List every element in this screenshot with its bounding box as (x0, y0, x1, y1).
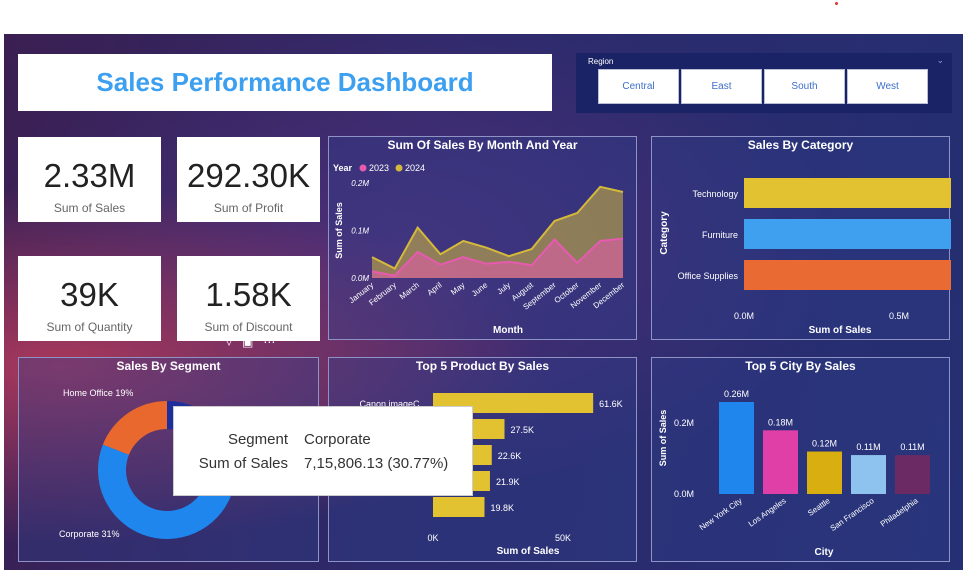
x-tick-label: March (398, 280, 421, 301)
category-bar (744, 178, 951, 208)
city-data-label: 0.26M (724, 389, 749, 399)
region-option-south[interactable]: South (764, 69, 845, 104)
category-label: Office Supplies (678, 271, 739, 281)
page-title: Sales Performance Dashboard (96, 67, 474, 97)
kpi-value: 39K (60, 276, 119, 313)
city-chart: 0.26M New York City 0.18M Los Angeles 0.12M S… (658, 389, 930, 558)
dashboard-canvas: Sales Performance Dashboard Region ⌄ Cen… (4, 34, 963, 570)
x-tick-label: July (495, 280, 512, 296)
tooltip-segment-label: Segment (227, 431, 288, 448)
tooltip-sales-label: Sum of Sales (198, 455, 288, 472)
x-tick-label: May (449, 280, 466, 296)
y-axis-label: Category (659, 211, 670, 255)
title-box: Sales Performance Dashboard (18, 54, 552, 111)
city-label: New York City (698, 496, 744, 532)
city-data-label: 0.12M (812, 439, 837, 449)
legend-label-2024: 2024 (405, 163, 425, 173)
legend-label-2023: 2023 (369, 163, 389, 173)
category-label: Technology (692, 189, 738, 199)
kpi-label: Sum of Quantity (46, 320, 133, 334)
corner-dot (835, 2, 838, 5)
x-tick-label: 50K (555, 533, 571, 543)
category-bar (744, 219, 951, 249)
city-data-label: 0.18M (768, 417, 793, 427)
region-option-east[interactable]: East (681, 69, 762, 104)
city-label: Seattle (806, 496, 832, 518)
region-slicer-label: Region (588, 57, 614, 66)
kpi-card-sales[interactable]: 2.33M Sum of Sales (18, 137, 161, 222)
x-axis-label: Sum of Sales (809, 325, 872, 336)
region-option-west[interactable]: West (847, 69, 928, 104)
product-data-label: 21.9K (496, 477, 520, 487)
chevron-down-icon[interactable]: ⌄ (936, 55, 944, 66)
kpi-value: 2.33M (43, 157, 136, 194)
kpi-label: Sum of Profit (213, 201, 284, 215)
city-bar (763, 430, 798, 494)
x-tick-label: 0K (427, 533, 438, 543)
x-tick-label: 0.5M (889, 311, 909, 321)
city-panel[interactable]: Top 5 City By Sales 0.26M New York City 0.… (651, 357, 950, 562)
kpi-card-quantity[interactable]: 39K Sum of Quantity (18, 256, 161, 341)
more-options-icon[interactable]: ⋯ (263, 335, 275, 349)
y-tick-label: 0.0M (674, 489, 694, 499)
segment-label: Corporate 31% (59, 529, 120, 539)
region-option-central[interactable]: Central (598, 69, 679, 104)
x-axis-label: Sum of Sales (497, 546, 560, 557)
monthly-sales-panel[interactable]: Sum Of Sales By Month And Year Year 2023 2… (328, 136, 637, 340)
kpi-card-profit[interactable]: 292.30K Sum of Profit (177, 137, 320, 222)
visual-header-icons: ▿ ▣ ⋯ (226, 335, 275, 349)
filter-icon[interactable]: ▿ (226, 335, 232, 349)
category-label: Furniture (702, 230, 738, 240)
product-data-label: 22.6K (498, 451, 522, 461)
tooltip-sales-value: 7,15,806.13 (30.77%) (304, 455, 449, 472)
city-data-label: 0.11M (900, 442, 924, 452)
category-chart: Technology0.84MFurniture0.75MOffice Supp… (659, 178, 951, 336)
y-axis-label: Sum of Sales (334, 202, 344, 259)
city-data-label: 0.11M (856, 442, 880, 452)
city-label: Philadelphia (879, 496, 920, 529)
legend-marker-2023 (359, 164, 367, 172)
y-tick-label: 0.2M (674, 418, 694, 428)
category-bar (744, 260, 951, 290)
product-data-label: 19.8K (490, 503, 514, 513)
y-axis-label: Sum of Sales (658, 410, 668, 467)
product-data-label: 61.6K (599, 399, 623, 409)
focus-mode-icon[interactable]: ▣ (242, 335, 253, 349)
x-tick-label: 0.0M (734, 311, 754, 321)
city-bar (807, 451, 842, 494)
segment-label: Home Office 19% (63, 388, 133, 398)
region-slicer: Region ⌄ Central East South West (576, 53, 952, 113)
product-data-label: 27.5K (511, 425, 535, 435)
legend-marker-2024 (395, 164, 403, 172)
legend-title: Year (333, 163, 353, 173)
x-tick-label: April (426, 280, 444, 297)
x-axis-label: Month (493, 325, 523, 336)
x-axis-label: City (815, 547, 834, 558)
segment-slice (102, 401, 167, 455)
kpi-value: 1.58K (205, 276, 292, 313)
city-bar (719, 402, 754, 494)
kpi-label: Sum of Sales (53, 201, 126, 215)
y-tick-label: 0.2M (351, 179, 369, 188)
kpi-card-discount[interactable]: 1.58K Sum of Discount (177, 256, 320, 341)
city-bar (895, 455, 930, 494)
city-label: San Francisco (829, 496, 876, 533)
city-bar (851, 455, 886, 494)
kpi-label: Sum of Discount (204, 320, 293, 334)
category-panel[interactable]: Sales By Category Technology0.84MFurnitu… (651, 136, 951, 340)
x-tick-label: June (470, 280, 490, 298)
product-bar (433, 497, 485, 517)
y-tick-label: 0.1M (351, 227, 369, 236)
tooltip-segment-value: Corporate (304, 431, 371, 448)
monthly-sales-chart: Year 2023 20240.0M0.1M0.2MSum of SalesJanu… (333, 163, 626, 336)
kpi-value: 292.30K (187, 157, 310, 194)
city-label: Los Angeles (747, 496, 788, 528)
segment-tooltip: Segment Corporate Sum of Sales 7,15,806.… (173, 406, 473, 496)
